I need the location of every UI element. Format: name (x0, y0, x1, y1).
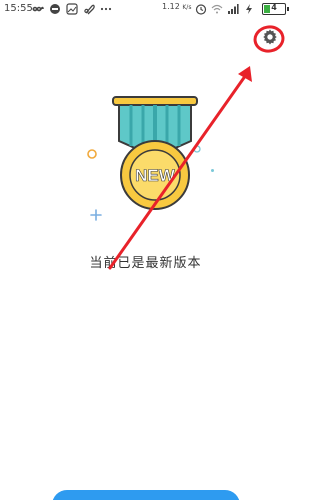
bottom-action-button[interactable] (52, 490, 240, 500)
charging-icon (246, 4, 252, 14)
system-icons (195, 3, 255, 15)
chat-icon (50, 4, 60, 14)
notification-icons (32, 3, 112, 15)
battery-icon: 4 (262, 3, 289, 15)
gear-icon[interactable] (261, 28, 279, 46)
status-bar: 15:55 1.12 K/s 4 (0, 0, 291, 20)
photo-icon (66, 3, 78, 15)
new-medal-illustration: NEW (112, 96, 198, 210)
more-dots-icon (100, 7, 112, 11)
status-time: 15:55 (4, 3, 33, 14)
decor-dot-icon (211, 169, 214, 172)
decor-ring-left-icon (87, 149, 97, 159)
battery-level: 4 (271, 3, 277, 12)
signal-icon (228, 4, 239, 14)
annotation-arrow-overlay (108, 25, 285, 270)
network-speed-unit: K/s (182, 4, 192, 11)
network-speed: 1.12 K/s (162, 2, 192, 11)
wifi-icon (211, 4, 223, 14)
annotation-arrow-head (238, 66, 252, 82)
medal-badge-text: NEW (135, 166, 176, 185)
link-icon (32, 6, 44, 12)
up-to-date-message: 当前已是最新版本 (89, 256, 202, 271)
battery-tip (287, 7, 289, 11)
attachment-icon (84, 4, 95, 15)
alarm-icon (195, 4, 207, 15)
decor-plus-icon (90, 209, 102, 221)
